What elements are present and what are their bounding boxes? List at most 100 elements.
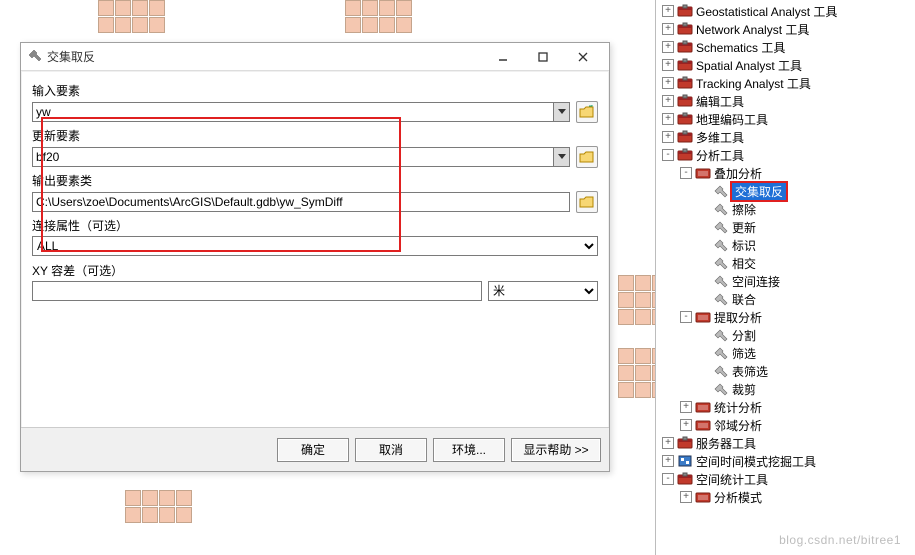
tree-node[interactable]: + Tracking Analyst 工具 bbox=[656, 74, 915, 92]
collapse-icon[interactable]: - bbox=[662, 149, 674, 161]
tree-node[interactable]: 更新 bbox=[656, 218, 915, 236]
tree-node[interactable]: 标识 bbox=[656, 236, 915, 254]
tree-node[interactable]: - 空间统计工具 bbox=[656, 470, 915, 488]
tree-node[interactable]: 表筛选 bbox=[656, 362, 915, 380]
tree-node[interactable]: 分割 bbox=[656, 326, 915, 344]
tree-node[interactable]: 筛选 bbox=[656, 344, 915, 362]
expand-icon[interactable]: + bbox=[680, 491, 692, 503]
join-attr-select[interactable]: ALL bbox=[32, 236, 598, 256]
tree-node[interactable]: + 分析模式 bbox=[656, 488, 915, 506]
tree-node-label[interactable]: 分割 bbox=[732, 327, 756, 344]
minimize-button[interactable] bbox=[483, 45, 523, 69]
input-features-combo[interactable] bbox=[32, 102, 570, 122]
output-fc-field[interactable] bbox=[32, 192, 570, 212]
toolbox-icon bbox=[695, 166, 711, 180]
tree-node-label[interactable]: 表筛选 bbox=[732, 363, 768, 380]
tree-node-label[interactable]: 叠加分析 bbox=[714, 165, 762, 182]
expand-icon[interactable]: + bbox=[662, 113, 674, 125]
tree-node-label[interactable]: 提取分析 bbox=[714, 309, 762, 326]
tool-icon bbox=[713, 220, 729, 234]
tree-node-label[interactable]: 联合 bbox=[732, 291, 756, 308]
chevron-down-icon[interactable] bbox=[553, 103, 569, 121]
maximize-button[interactable] bbox=[523, 45, 563, 69]
tree-node[interactable]: + Schematics 工具 bbox=[656, 38, 915, 56]
tree-node-label[interactable]: 统计分析 bbox=[714, 399, 762, 416]
close-button[interactable] bbox=[563, 45, 603, 69]
tree-node[interactable]: 联合 bbox=[656, 290, 915, 308]
tree-node[interactable]: + 服务器工具 bbox=[656, 434, 915, 452]
tree-node[interactable]: 交集取反 bbox=[656, 182, 915, 200]
expand-icon[interactable]: + bbox=[662, 131, 674, 143]
tree-node[interactable]: + 邻域分析 bbox=[656, 416, 915, 434]
tree-node-label[interactable]: 标识 bbox=[732, 237, 756, 254]
tree-node[interactable]: + Network Analyst 工具 bbox=[656, 20, 915, 38]
tree-node-label[interactable]: 分析工具 bbox=[696, 147, 744, 164]
tree-node-label[interactable]: 编辑工具 bbox=[696, 93, 744, 110]
tree-node[interactable]: 空间连接 bbox=[656, 272, 915, 290]
expand-icon[interactable]: + bbox=[662, 41, 674, 53]
tree-node-label[interactable]: 交集取反 bbox=[732, 183, 786, 200]
tree-node[interactable]: 擦除 bbox=[656, 200, 915, 218]
arcToolbox-tree[interactable]: + Geostatistical Analyst 工具 + Network Analy… bbox=[655, 0, 915, 555]
tree-node-label[interactable]: Geostatistical Analyst 工具 bbox=[696, 3, 837, 20]
tree-node-label[interactable]: 邻域分析 bbox=[714, 417, 762, 434]
tree-node-label[interactable]: 空间连接 bbox=[732, 273, 780, 290]
tree-node-label[interactable]: 擦除 bbox=[732, 201, 756, 218]
browse-input-button[interactable] bbox=[576, 101, 598, 123]
expand-icon[interactable]: + bbox=[680, 419, 692, 431]
tree-node-label[interactable]: 分析模式 bbox=[714, 489, 762, 506]
tree-node-label[interactable]: 裁剪 bbox=[732, 381, 756, 398]
xy-tolerance-unit-select[interactable]: 米 bbox=[488, 281, 598, 301]
expand-icon[interactable]: + bbox=[662, 455, 674, 467]
tree-node-label[interactable]: Schematics 工具 bbox=[696, 39, 785, 56]
environments-button[interactable]: 环境... bbox=[433, 438, 505, 462]
tree-node-label[interactable]: Spatial Analyst 工具 bbox=[696, 57, 802, 74]
tree-node[interactable]: + 统计分析 bbox=[656, 398, 915, 416]
chevron-down-icon[interactable] bbox=[553, 148, 569, 166]
browse-update-button[interactable] bbox=[576, 146, 598, 168]
tree-node[interactable]: 相交 bbox=[656, 254, 915, 272]
expand-icon[interactable]: + bbox=[662, 77, 674, 89]
tree-node[interactable]: - 提取分析 bbox=[656, 308, 915, 326]
collapse-icon[interactable]: - bbox=[662, 473, 674, 485]
tree-node[interactable]: + Geostatistical Analyst 工具 bbox=[656, 2, 915, 20]
toolbox-icon bbox=[677, 472, 693, 486]
tree-node-label[interactable]: 相交 bbox=[732, 255, 756, 272]
tree-node-label[interactable]: Network Analyst 工具 bbox=[696, 21, 809, 38]
collapse-icon[interactable]: - bbox=[680, 167, 692, 179]
tree-node[interactable]: - 分析工具 bbox=[656, 146, 915, 164]
folder-open-icon bbox=[579, 105, 595, 119]
browse-output-button[interactable] bbox=[576, 191, 598, 213]
tree-node-label[interactable]: 地理编码工具 bbox=[696, 111, 768, 128]
tree-node-label[interactable]: 更新 bbox=[732, 219, 756, 236]
input-features-field[interactable] bbox=[32, 102, 570, 122]
tree-node[interactable]: + 空间时间模式挖掘工具 bbox=[656, 452, 915, 470]
tree-node-label[interactable]: 多维工具 bbox=[696, 129, 744, 146]
collapse-icon[interactable]: - bbox=[680, 311, 692, 323]
tree-node[interactable]: + 编辑工具 bbox=[656, 92, 915, 110]
expand-icon[interactable]: + bbox=[662, 437, 674, 449]
update-features-combo[interactable] bbox=[32, 147, 570, 167]
tree-node[interactable]: + 地理编码工具 bbox=[656, 110, 915, 128]
tree-node-label[interactable]: 筛选 bbox=[732, 345, 756, 362]
update-features-field[interactable] bbox=[32, 147, 570, 167]
expand-icon[interactable]: + bbox=[662, 59, 674, 71]
expand-icon[interactable]: + bbox=[680, 401, 692, 413]
ok-button[interactable]: 确定 bbox=[277, 438, 349, 462]
expand-icon[interactable]: + bbox=[662, 5, 674, 17]
cancel-button[interactable]: 取消 bbox=[355, 438, 427, 462]
xy-tolerance-field[interactable] bbox=[32, 281, 482, 301]
tree-node-label[interactable]: 空间时间模式挖掘工具 bbox=[696, 453, 816, 470]
expand-icon[interactable]: + bbox=[662, 95, 674, 107]
tree-node-label[interactable]: Tracking Analyst 工具 bbox=[696, 75, 811, 92]
tree-node[interactable]: + 多维工具 bbox=[656, 128, 915, 146]
show-help-button[interactable]: 显示帮助 >> bbox=[511, 438, 601, 462]
folder-open-icon bbox=[579, 195, 595, 209]
expand-icon[interactable]: + bbox=[662, 23, 674, 35]
tree-node[interactable]: 裁剪 bbox=[656, 380, 915, 398]
tree-node[interactable]: - 叠加分析 bbox=[656, 164, 915, 182]
tree-node-label[interactable]: 空间统计工具 bbox=[696, 471, 768, 488]
tree-node[interactable]: + Spatial Analyst 工具 bbox=[656, 56, 915, 74]
titlebar[interactable]: 交集取反 bbox=[21, 43, 609, 71]
tree-node-label[interactable]: 服务器工具 bbox=[696, 435, 756, 452]
